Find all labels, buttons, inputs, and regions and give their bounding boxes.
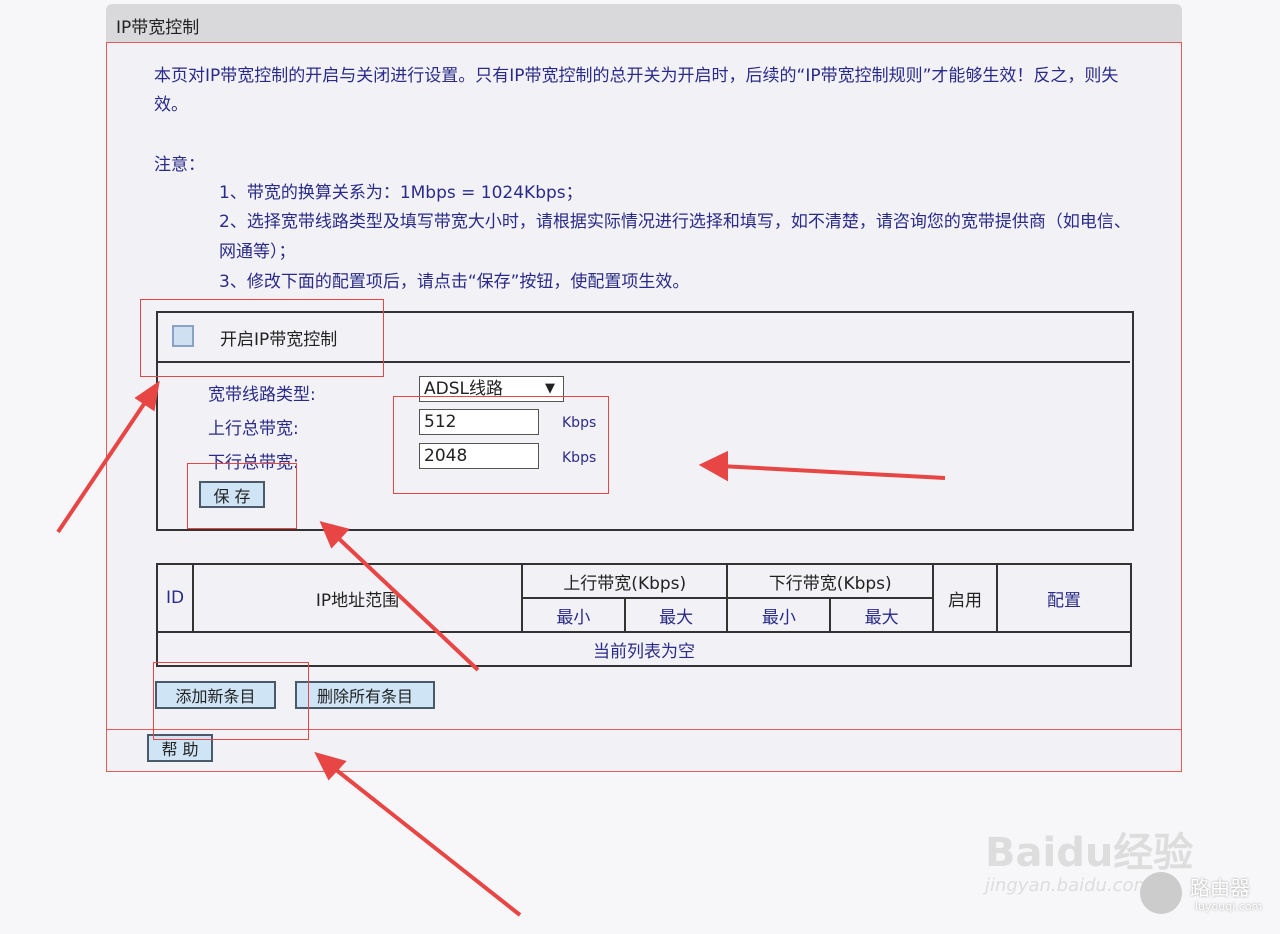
arrow-icon [58, 395, 150, 532]
arrow-icon [335, 535, 478, 670]
arrow-icon [330, 765, 520, 915]
router-logo-icon [1140, 872, 1182, 914]
arrow-icon [720, 466, 945, 478]
arrowhead-icon [138, 385, 157, 408]
baidu-watermark: Baidu经验 [985, 820, 1193, 878]
site-url-watermark: luyouqi.com [1195, 900, 1262, 913]
site-watermark: 路由器 [1190, 872, 1250, 901]
annotation-arrows [0, 0, 1280, 934]
baidu-url-watermark: jingyan.baidu.com [985, 875, 1151, 896]
arrowhead-icon [703, 454, 726, 478]
